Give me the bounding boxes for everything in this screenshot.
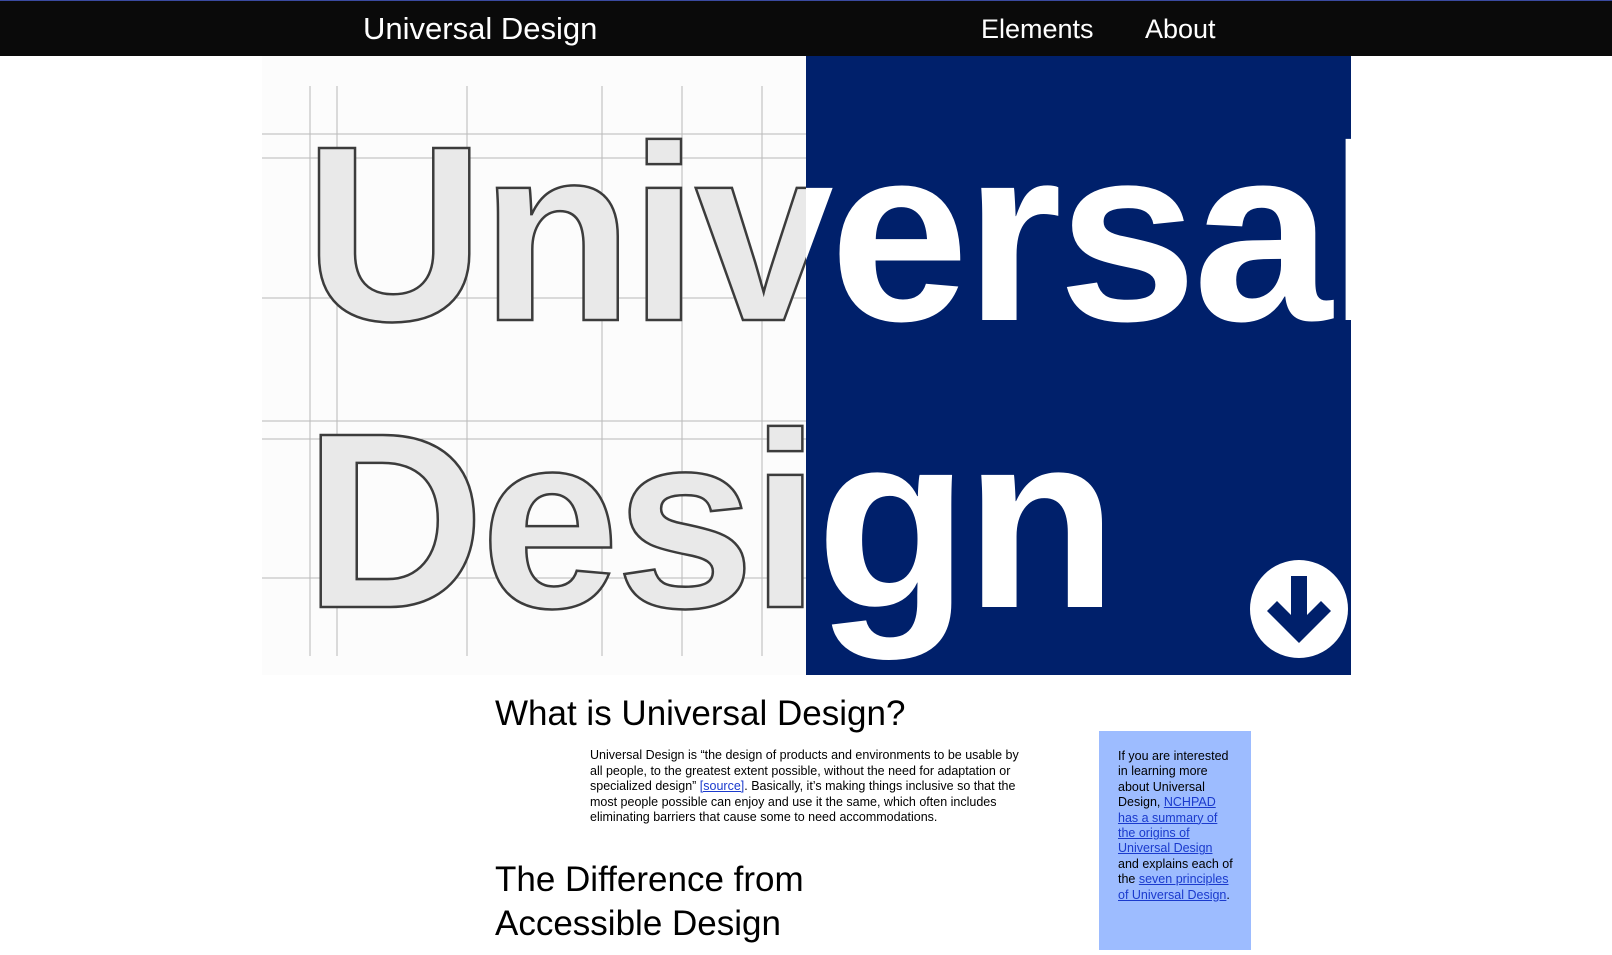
nav-link-elements[interactable]: Elements xyxy=(981,12,1094,46)
heading-what-is-universal-design: What is Universal Design? xyxy=(495,694,906,733)
hero-line-2-sketch: Design xyxy=(303,381,806,660)
sidebar-text-3: . xyxy=(1226,887,1230,902)
arrow-down-circle-icon xyxy=(1267,576,1331,643)
nav-link-about[interactable]: About xyxy=(1145,12,1216,46)
heading-difference-accessible-design: The Difference from Accessible Design xyxy=(495,860,804,943)
hero-line-1: Universal xyxy=(806,94,1351,373)
hero-banner: Universal Design Universal Design xyxy=(262,56,1351,675)
scroll-down-button[interactable] xyxy=(1250,560,1348,658)
intro-paragraph: Universal Design is “the design of produ… xyxy=(590,748,1025,826)
hero-line-2: Design xyxy=(806,381,1117,660)
hero-sketch-half: Universal Design xyxy=(262,56,806,675)
sidebar-paragraph: If you are interested in learning more a… xyxy=(1118,749,1233,903)
top-nav-bar: Universal Design Elements About xyxy=(0,0,1612,56)
source-link[interactable]: [source] xyxy=(700,779,744,793)
learn-more-sidebar: If you are interested in learning more a… xyxy=(1099,731,1251,950)
site-title-link[interactable]: Universal Design xyxy=(363,10,597,48)
hero-line-1-sketch: Universal xyxy=(303,94,806,373)
